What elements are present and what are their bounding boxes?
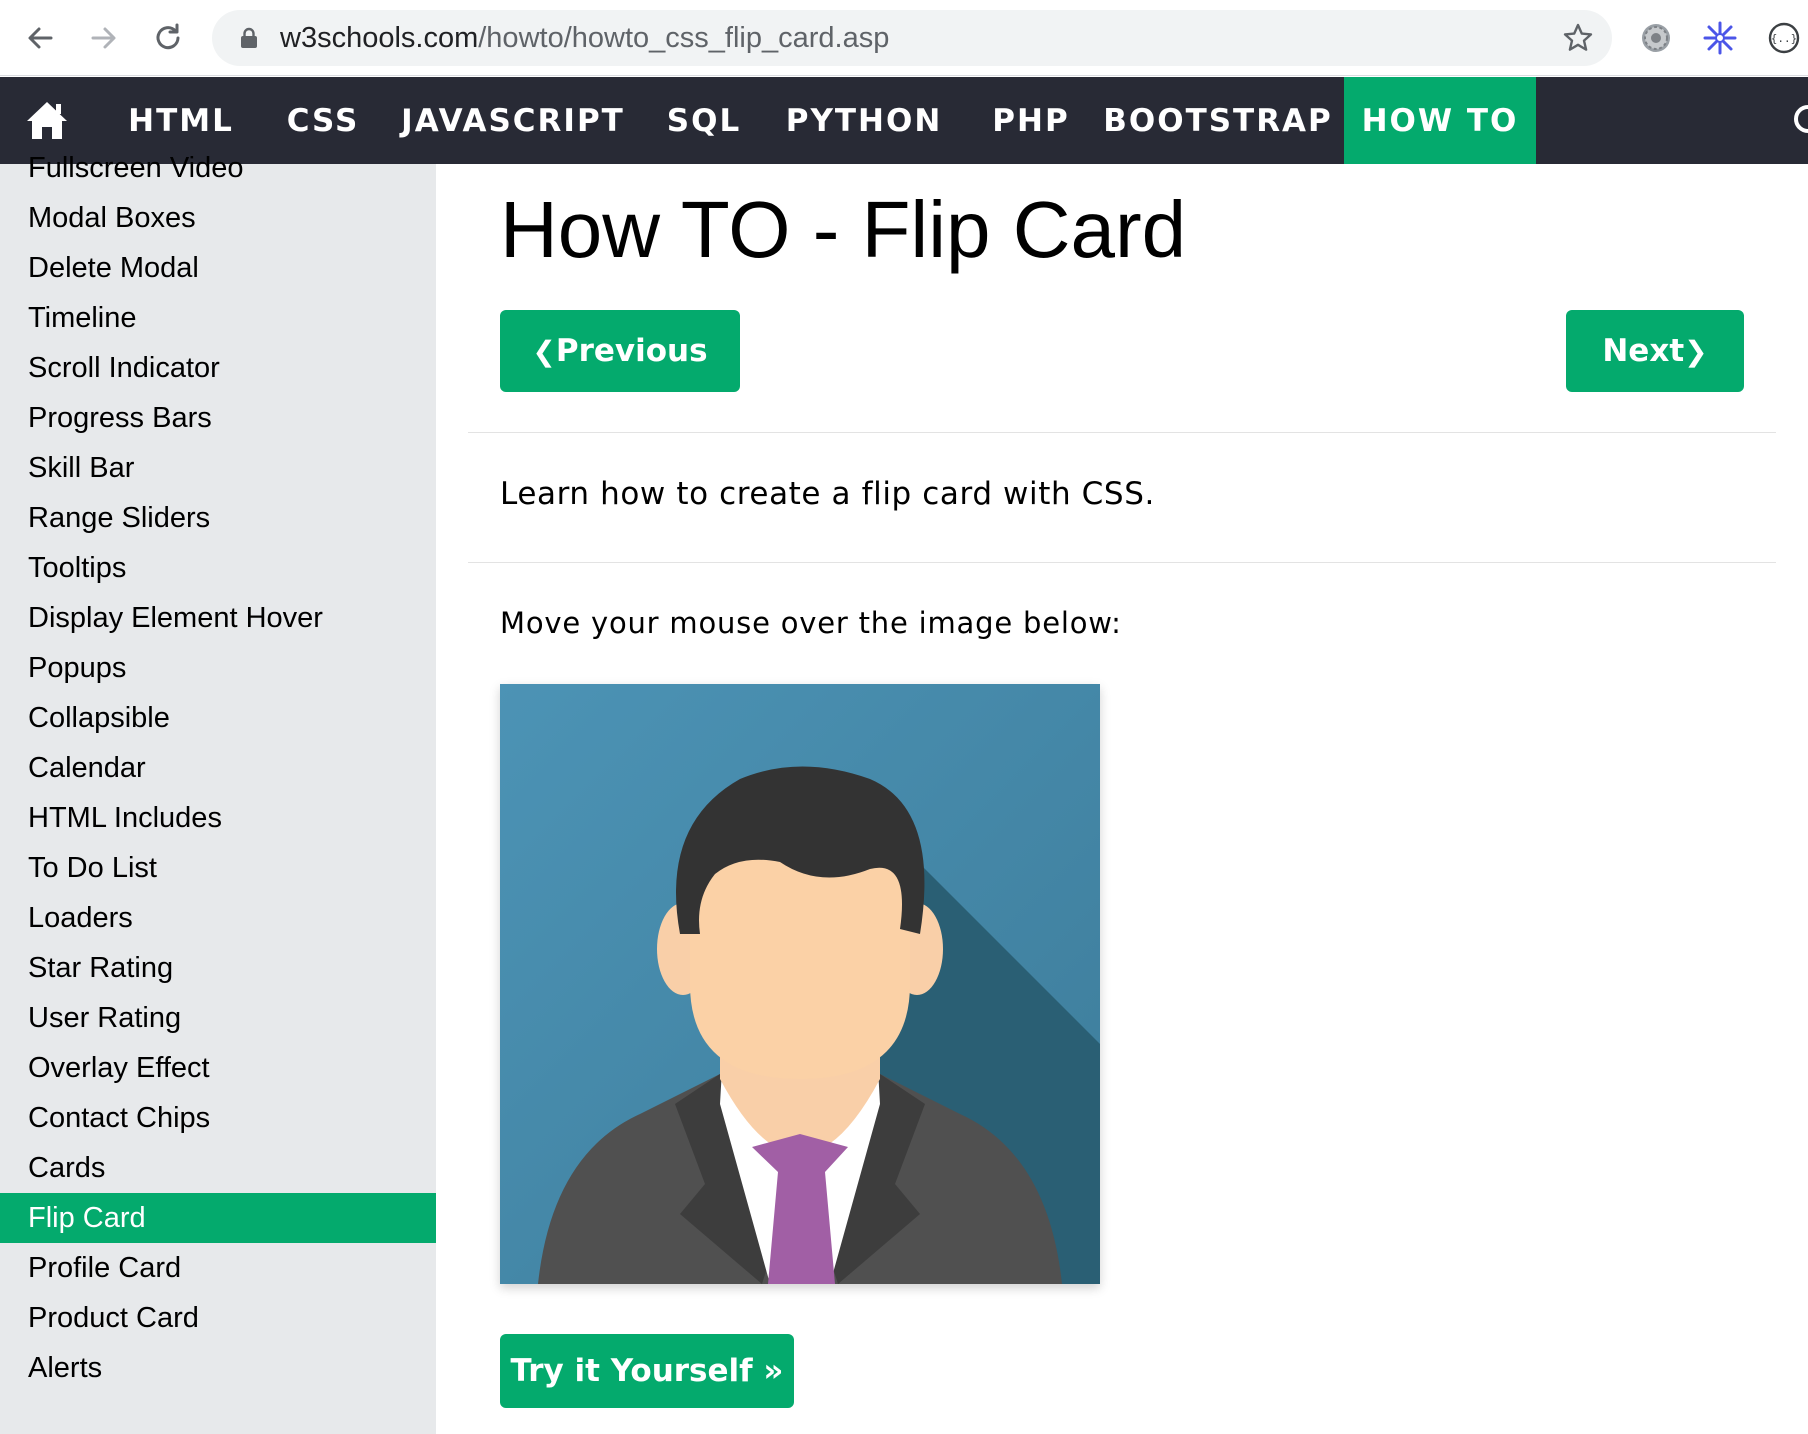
sidebar-item-timeline[interactable]: Timeline bbox=[0, 293, 436, 343]
sidebar-item-to-do-list[interactable]: To Do List bbox=[0, 843, 436, 893]
nav-sql[interactable]: SQL bbox=[654, 77, 754, 164]
sidebar-item-delete-modal[interactable]: Delete Modal bbox=[0, 243, 436, 293]
snowflake-extension-button[interactable] bbox=[1700, 18, 1740, 58]
divider bbox=[468, 432, 1776, 433]
sidebar-item-loaders[interactable]: Loaders bbox=[0, 893, 436, 943]
sidebar-item-modal-boxes[interactable]: Modal Boxes bbox=[0, 193, 436, 243]
nav-how-to[interactable]: HOW TO bbox=[1344, 77, 1536, 164]
hover-hint-text: Move your mouse over the image below: bbox=[500, 606, 1122, 640]
json-extension-button[interactable]: {..} bbox=[1764, 18, 1804, 58]
sidebar-item-flip-card[interactable]: Flip Card bbox=[0, 1193, 436, 1243]
sidebar-item-fullscreen-video[interactable]: Fullscreen Video bbox=[0, 143, 436, 193]
home-icon[interactable] bbox=[22, 95, 72, 145]
lock-icon bbox=[241, 27, 257, 48]
json-extension-icon: {..} bbox=[1768, 22, 1800, 54]
back-arrow-icon bbox=[28, 27, 53, 49]
previous-button[interactable]: ❮ Previous bbox=[500, 310, 740, 392]
chevron-right-icon: ❯ bbox=[1684, 334, 1708, 368]
search-icon[interactable] bbox=[1794, 105, 1808, 133]
sidebar-item-progress-bars[interactable]: Progress Bars bbox=[0, 393, 436, 443]
gear-extension-button[interactable] bbox=[1636, 18, 1676, 58]
reload-button[interactable] bbox=[144, 14, 192, 62]
sidebar-item-contact-chips[interactable]: Contact Chips bbox=[0, 1093, 436, 1143]
sidebar-item-collapsible[interactable]: Collapsible bbox=[0, 693, 436, 743]
sidebar-item-tooltips[interactable]: Tooltips bbox=[0, 543, 436, 593]
url-text: w3schools.com/howto/howto_css_flip_card.… bbox=[280, 22, 889, 54]
svg-text:{..}: {..} bbox=[1771, 32, 1798, 45]
gear-extension-icon bbox=[1642, 24, 1670, 52]
url-host: w3schools.com bbox=[280, 22, 479, 54]
sidebar-item-cards[interactable]: Cards bbox=[0, 1143, 436, 1193]
forward-arrow-icon bbox=[91, 27, 116, 49]
address-bar[interactable]: w3schools.com/howto/howto_css_flip_card.… bbox=[212, 10, 1612, 66]
previous-button-label: Previous bbox=[555, 333, 708, 369]
snowflake-extension-icon bbox=[1703, 21, 1737, 55]
page-title: How TO - Flip Card bbox=[500, 185, 1187, 274]
intro-text: Learn how to create a flip card with CSS… bbox=[500, 476, 1155, 512]
flip-card[interactable] bbox=[500, 684, 1100, 1284]
sidebar-item-display-element-hover[interactable]: Display Element Hover bbox=[0, 593, 436, 643]
sidebar-item-star-rating[interactable]: Star Rating bbox=[0, 943, 436, 993]
star-icon[interactable] bbox=[1562, 22, 1594, 54]
nav-php[interactable]: PHP bbox=[976, 77, 1086, 164]
sidebar-item-popups[interactable]: Popups bbox=[0, 643, 436, 693]
next-button-label: Next bbox=[1602, 333, 1685, 369]
back-button[interactable] bbox=[16, 14, 64, 62]
sidebar-item-alerts[interactable]: Alerts bbox=[0, 1343, 436, 1393]
avatar-image bbox=[500, 684, 1100, 1284]
forward-button[interactable] bbox=[80, 14, 128, 62]
url-path: /howto/howto_css_flip_card.asp bbox=[478, 22, 890, 54]
sidebar-item-range-sliders[interactable]: Range Sliders bbox=[0, 493, 436, 543]
sidebar-item-html-includes[interactable]: HTML Includes bbox=[0, 793, 436, 843]
sidebar-item-scroll-indicator[interactable]: Scroll Indicator bbox=[0, 343, 436, 393]
divider bbox=[468, 562, 1776, 563]
sidebar-item-profile-card[interactable]: Profile Card bbox=[0, 1243, 436, 1293]
nav-python[interactable]: PYTHON bbox=[782, 77, 946, 164]
next-button[interactable]: Next ❯ bbox=[1566, 310, 1744, 392]
try-it-yourself-button[interactable]: Try it Yourself » bbox=[500, 1334, 794, 1408]
nav-bootstrap[interactable]: BOOTSTRAP bbox=[1103, 77, 1331, 164]
sidebar-item-calendar[interactable]: Calendar bbox=[0, 743, 436, 793]
sidebar: Fullscreen Video Modal Boxes Delete Moda… bbox=[0, 152, 436, 1434]
reload-icon bbox=[156, 23, 180, 50]
sidebar-item-product-card[interactable]: Product Card bbox=[0, 1293, 436, 1343]
sidebar-item-overlay-effect[interactable]: Overlay Effect bbox=[0, 1043, 436, 1093]
browser-toolbar: w3schools.com/howto/howto_css_flip_card.… bbox=[0, 0, 1808, 76]
main-content: How TO - Flip Card ❮ Previous Next ❯ Lea… bbox=[436, 164, 1808, 1434]
chevron-left-icon: ❮ bbox=[532, 334, 556, 368]
sidebar-item-skill-bar[interactable]: Skill Bar bbox=[0, 443, 436, 493]
sidebar-item-user-rating[interactable]: User Rating bbox=[0, 993, 436, 1043]
